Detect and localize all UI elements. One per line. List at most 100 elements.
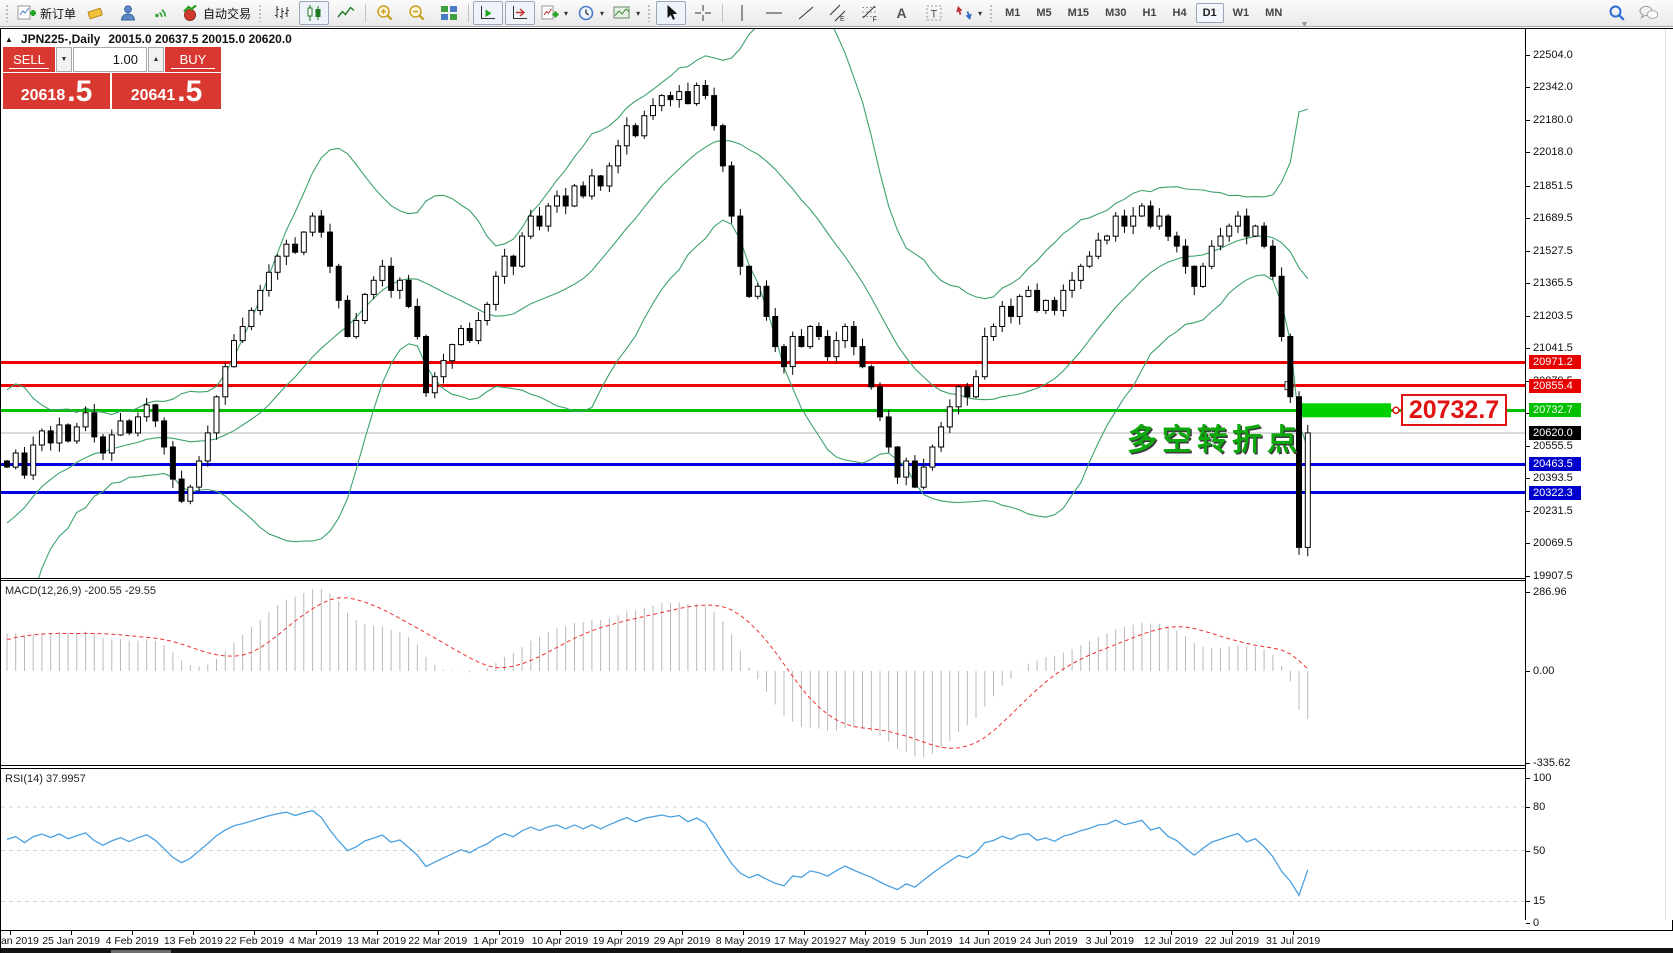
date-label: 27 May 2019 [830,935,900,947]
signals-button[interactable] [145,1,175,25]
price-badge: 20463.5 [1529,457,1581,471]
candle-body [616,146,621,166]
candle-body [1253,226,1258,236]
arrows-dropdown[interactable]: ▾ [978,9,982,18]
timeframe-m15[interactable]: M15 [1061,3,1096,23]
fibonacci-tool-button[interactable]: F [855,1,885,25]
arrow-objects-icon [954,3,974,23]
candle-body [345,300,350,336]
highlight-rectangle[interactable] [1296,403,1391,417]
search-button[interactable] [1602,1,1632,25]
text-label-tool-button[interactable]: T [919,1,949,25]
candle-body [956,387,961,407]
zoom-out-button[interactable] [402,1,432,25]
bollinger-band-line[interactable] [7,220,1308,578]
new-order-button[interactable]: 新订单 [14,1,79,25]
timeframe-m30[interactable]: M30 [1098,3,1133,23]
indicators-dropdown[interactable]: ▾ [564,9,568,18]
candle-body [266,272,271,290]
candle-body [258,290,263,310]
candle-body [738,216,743,266]
date-axis[interactable]: 16 Jan 201925 Jan 20194 Feb 201913 Feb 2… [1,931,1673,948]
candle-body [607,166,612,186]
auto-scroll-button[interactable] [473,1,503,25]
rsi-pane[interactable] [1,769,1525,931]
price-callout-label[interactable]: 20732.7 [1401,394,1507,426]
macd-pane[interactable] [1,581,1525,765]
candle-body [1087,256,1092,266]
timeframe-m5[interactable]: M5 [1029,3,1058,23]
history-center-button[interactable] [81,1,111,25]
arrows-tool-button[interactable]: ▾ [951,1,985,25]
trendline-tool-button[interactable] [791,1,821,25]
macd-indicator-label: MACD(12,26,9) -200.55 -29.55 [5,585,156,597]
candle-body [790,337,795,367]
candle-body [1122,216,1127,226]
bollinger-band-line[interactable] [7,29,1308,415]
timeframe-mn[interactable]: MN [1258,3,1289,23]
indicators-button[interactable]: ▾ [537,1,571,25]
candle-body [136,417,141,433]
candle-body [83,413,88,427]
templates-dropdown[interactable]: ▾ [636,9,640,18]
price-axis[interactable]: 22504.022342.022180.022018.021851.521689… [1525,29,1673,920]
pane-separator [1,768,1585,769]
vertical-line-tool-button[interactable] [727,1,757,25]
price-badge: 20620.0 [1529,426,1581,440]
profile-button[interactable] [113,1,143,25]
crosshair-tool-button[interactable] [688,1,718,25]
date-label: 22 Feb 2019 [219,935,289,947]
candle-body [240,327,245,341]
toolbar-grip[interactable] [989,4,994,22]
timeframe-h1[interactable]: H1 [1135,3,1163,23]
candle-body [860,347,865,367]
line-chart-button[interactable] [331,1,361,25]
candle-body [1192,266,1197,286]
date-label: 1 Apr 2019 [464,935,534,947]
candlestick-chart-button[interactable] [299,1,329,25]
channel-tool-button[interactable]: E [823,1,853,25]
toolbar-grip[interactable] [647,4,652,22]
svg-text:A: A [897,5,907,21]
periods-button[interactable]: ▾ [573,1,607,25]
chart-annotation-text[interactable]: 多空转折点 [1127,415,1302,459]
timeframe-w1[interactable]: W1 [1226,3,1257,23]
timeframe-d1[interactable]: D1 [1196,3,1224,23]
candle-body [1096,240,1101,256]
candle-body [642,116,647,136]
date-label: 8 May 2019 [708,935,778,947]
pane-separator[interactable] [1,765,1585,766]
candle-body [677,92,682,100]
candle-body [162,421,167,447]
date-label: 3 Jul 2019 [1075,935,1145,947]
callout-anchor[interactable] [1393,407,1399,413]
cursor-tool-button[interactable] [656,1,686,25]
toolbar-grip[interactable] [5,4,10,22]
candle-body [214,397,219,433]
tile-windows-button[interactable] [434,1,464,25]
price-chart-pane[interactable] [1,29,1525,578]
periods-dropdown[interactable]: ▾ [600,9,604,18]
templates-button[interactable]: ▾ [609,1,643,25]
timeframe-m1[interactable]: M1 [998,3,1027,23]
chart-window: ▲ JPN225-,Daily 20015.0 20637.5 20015.0 … [0,28,1673,953]
zoom-in-button[interactable] [370,1,400,25]
toolbar-grip[interactable] [258,4,263,22]
autotrade-button[interactable]: 自动交易 [177,1,254,25]
candle-body [450,345,455,361]
candle-body [878,387,883,417]
candlestick-chart-icon [304,3,324,23]
text-tool-button[interactable]: A [887,1,917,25]
candle-body [1131,216,1136,226]
chart-shift-button[interactable] [505,1,535,25]
pane-separator[interactable] [1,578,1585,579]
candle-body [555,196,560,206]
date-label: 31 Jul 2019 [1258,935,1328,947]
chat-icon [1638,3,1660,23]
chat-button[interactable] [1634,1,1664,25]
candle-body [336,266,341,300]
horizontal-line-tool-button[interactable] [759,1,789,25]
timeframe-h4[interactable]: H4 [1166,3,1194,23]
bar-chart-button[interactable] [267,1,297,25]
candle-body [869,367,874,387]
